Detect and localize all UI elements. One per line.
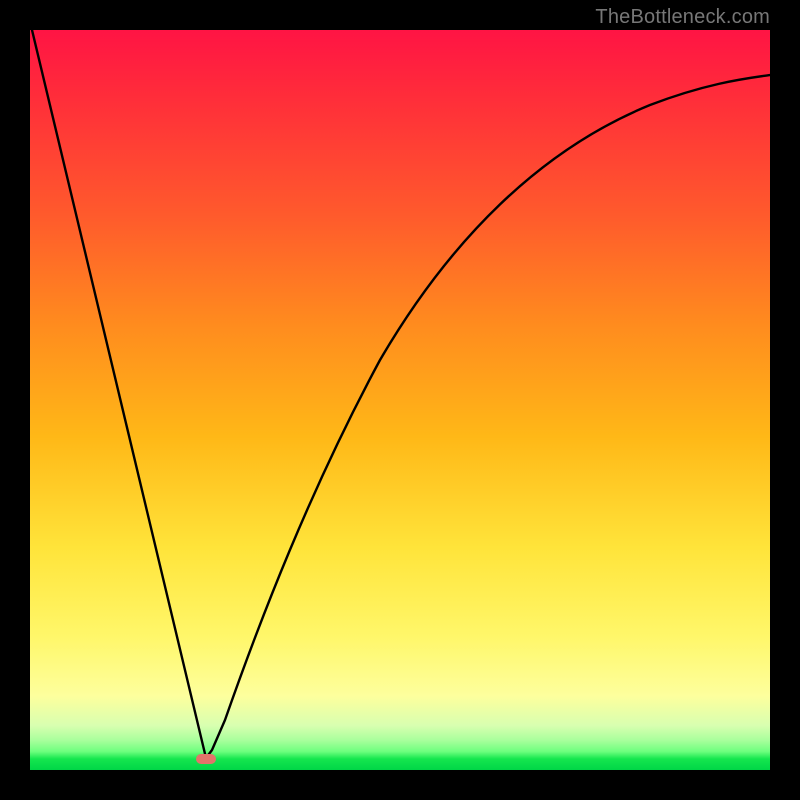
- plot-area: [30, 30, 770, 770]
- bottleneck-curve: [30, 30, 770, 770]
- curve-path: [32, 30, 770, 758]
- chart-frame: TheBottleneck.com: [0, 0, 800, 800]
- watermark-text: TheBottleneck.com: [595, 6, 770, 29]
- optimal-point-marker: [196, 754, 216, 764]
